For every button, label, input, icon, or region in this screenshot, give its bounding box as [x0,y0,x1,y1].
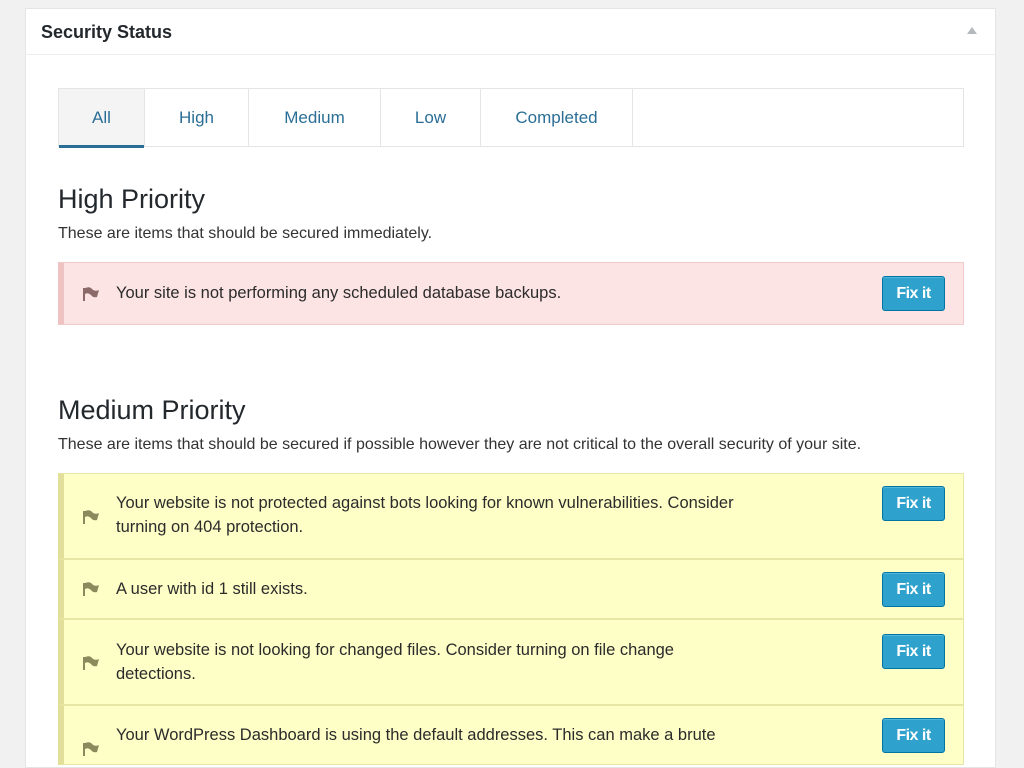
flag-icon [83,582,99,596]
triangle-up-icon[interactable] [967,27,977,34]
medium-priority-item: Your website is not protected against bo… [58,473,964,559]
priority-tabs: All High Medium Low Completed [58,88,964,148]
panel-header: Security Status [26,9,995,55]
high-priority-item: Your site is not performing any schedule… [58,262,964,325]
fix-it-button[interactable]: Fix it [882,276,945,311]
security-status-panel: Security Status All High Medium Low Comp… [25,8,996,768]
item-text: Your WordPress Dashboard is using the de… [116,726,716,744]
flag-icon [83,742,99,756]
item-text: Your site is not performing any schedule… [116,284,562,302]
tab-all[interactable]: All [59,89,145,148]
flag-icon [83,287,99,301]
tabs-filler [633,89,963,146]
item-text: Your website is not looking for changed … [116,641,674,683]
medium-priority-item: A user with id 1 still exists. Fix it [58,559,964,619]
high-priority-description: These are items that should be secured i… [58,225,433,242]
medium-priority-description: These are items that should be secured i… [58,436,862,453]
tab-completed[interactable]: Completed [481,89,633,146]
item-text: A user with id 1 still exists. [116,580,308,598]
tab-medium[interactable]: Medium [249,89,381,146]
fix-it-button[interactable]: Fix it [882,486,945,521]
medium-priority-item: Your WordPress Dashboard is using the de… [58,705,964,765]
medium-priority-item: Your website is not looking for changed … [58,619,964,705]
flag-icon [83,656,99,670]
item-text: Your website is not protected against bo… [116,494,734,536]
panel-title: Security Status [41,22,173,42]
fix-it-button[interactable]: Fix it [882,634,945,669]
tab-high[interactable]: High [145,89,249,146]
fix-it-button[interactable]: Fix it [882,572,945,607]
medium-priority-title: Medium Priority [58,395,246,425]
high-priority-title: High Priority [58,184,206,214]
tab-low[interactable]: Low [381,89,481,146]
flag-icon [83,510,99,524]
